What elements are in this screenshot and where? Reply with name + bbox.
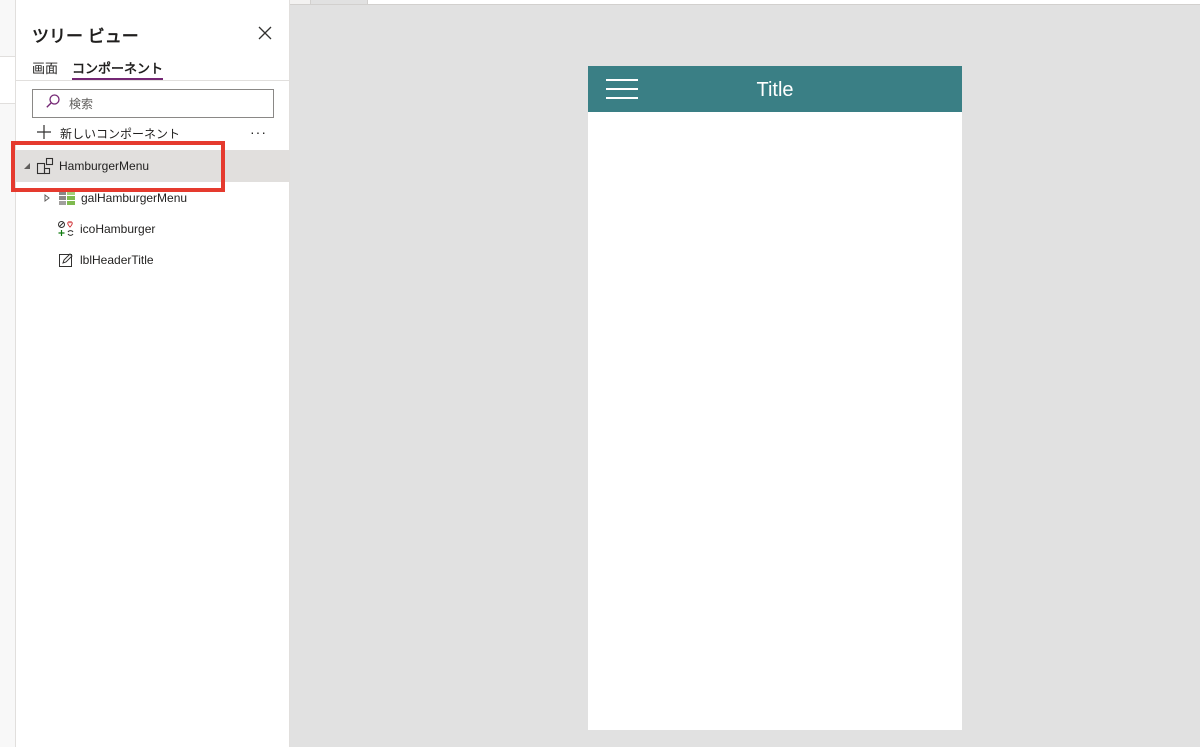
- tree-item-label: icoHamburger: [80, 222, 156, 236]
- left-nav-item[interactable]: [0, 56, 15, 104]
- tree-item-icohamburger[interactable]: icoHamburger: [16, 213, 290, 245]
- tree-item-label: galHamburgerMenu: [81, 191, 188, 205]
- left-nav-strip: [0, 0, 16, 747]
- icons-icon: [57, 220, 75, 238]
- formula-bar[interactable]: [368, 0, 1200, 5]
- tree-item-label: HamburgerMenu: [59, 159, 150, 173]
- tree-item-label: lblHeaderTitle: [80, 253, 154, 267]
- hamburger-menu-icon[interactable]: [606, 79, 640, 99]
- header-title: Title: [756, 79, 794, 101]
- gallery-icon: [58, 189, 76, 207]
- caret-down-icon[interactable]: [22, 161, 32, 171]
- toolbar-fragment: [310, 0, 368, 5]
- tree-item-hamburgermenu[interactable]: HamburgerMenu: [16, 150, 290, 182]
- panel-title: ツリー ビュー: [32, 27, 139, 46]
- tab-screens[interactable]: 画面: [32, 58, 58, 80]
- more-options-button[interactable]: ···: [250, 124, 267, 140]
- tree-item-galhamburgermenu[interactable]: galHamburgerMenu: [16, 182, 290, 214]
- app-canvas[interactable]: Title: [588, 66, 962, 730]
- search-field[interactable]: [32, 89, 274, 118]
- tab-bar: 画面 コンポーネント: [32, 58, 164, 80]
- plus-icon: [36, 124, 52, 143]
- tree-item-lblheadertitle[interactable]: lblHeaderTitle: [16, 244, 290, 276]
- component-icon: [36, 157, 54, 175]
- caret-right-icon[interactable]: [42, 193, 52, 203]
- tab-components[interactable]: コンポーネント: [72, 58, 164, 80]
- close-icon[interactable]: [256, 24, 274, 42]
- new-component-label: 新しいコンポーネント: [60, 126, 181, 141]
- search-icon: [45, 93, 69, 114]
- new-component-button[interactable]: 新しいコンポーネント: [36, 124, 180, 142]
- app-header: Title: [588, 66, 962, 112]
- divider: [16, 80, 290, 81]
- search-input[interactable]: [69, 96, 249, 111]
- toolbar-fragment: [290, 0, 310, 5]
- label-icon: [57, 251, 75, 269]
- tree-view-panel: ツリー ビュー 画面 コンポーネント 新しいコンポーネント ··· Hambur…: [16, 0, 290, 747]
